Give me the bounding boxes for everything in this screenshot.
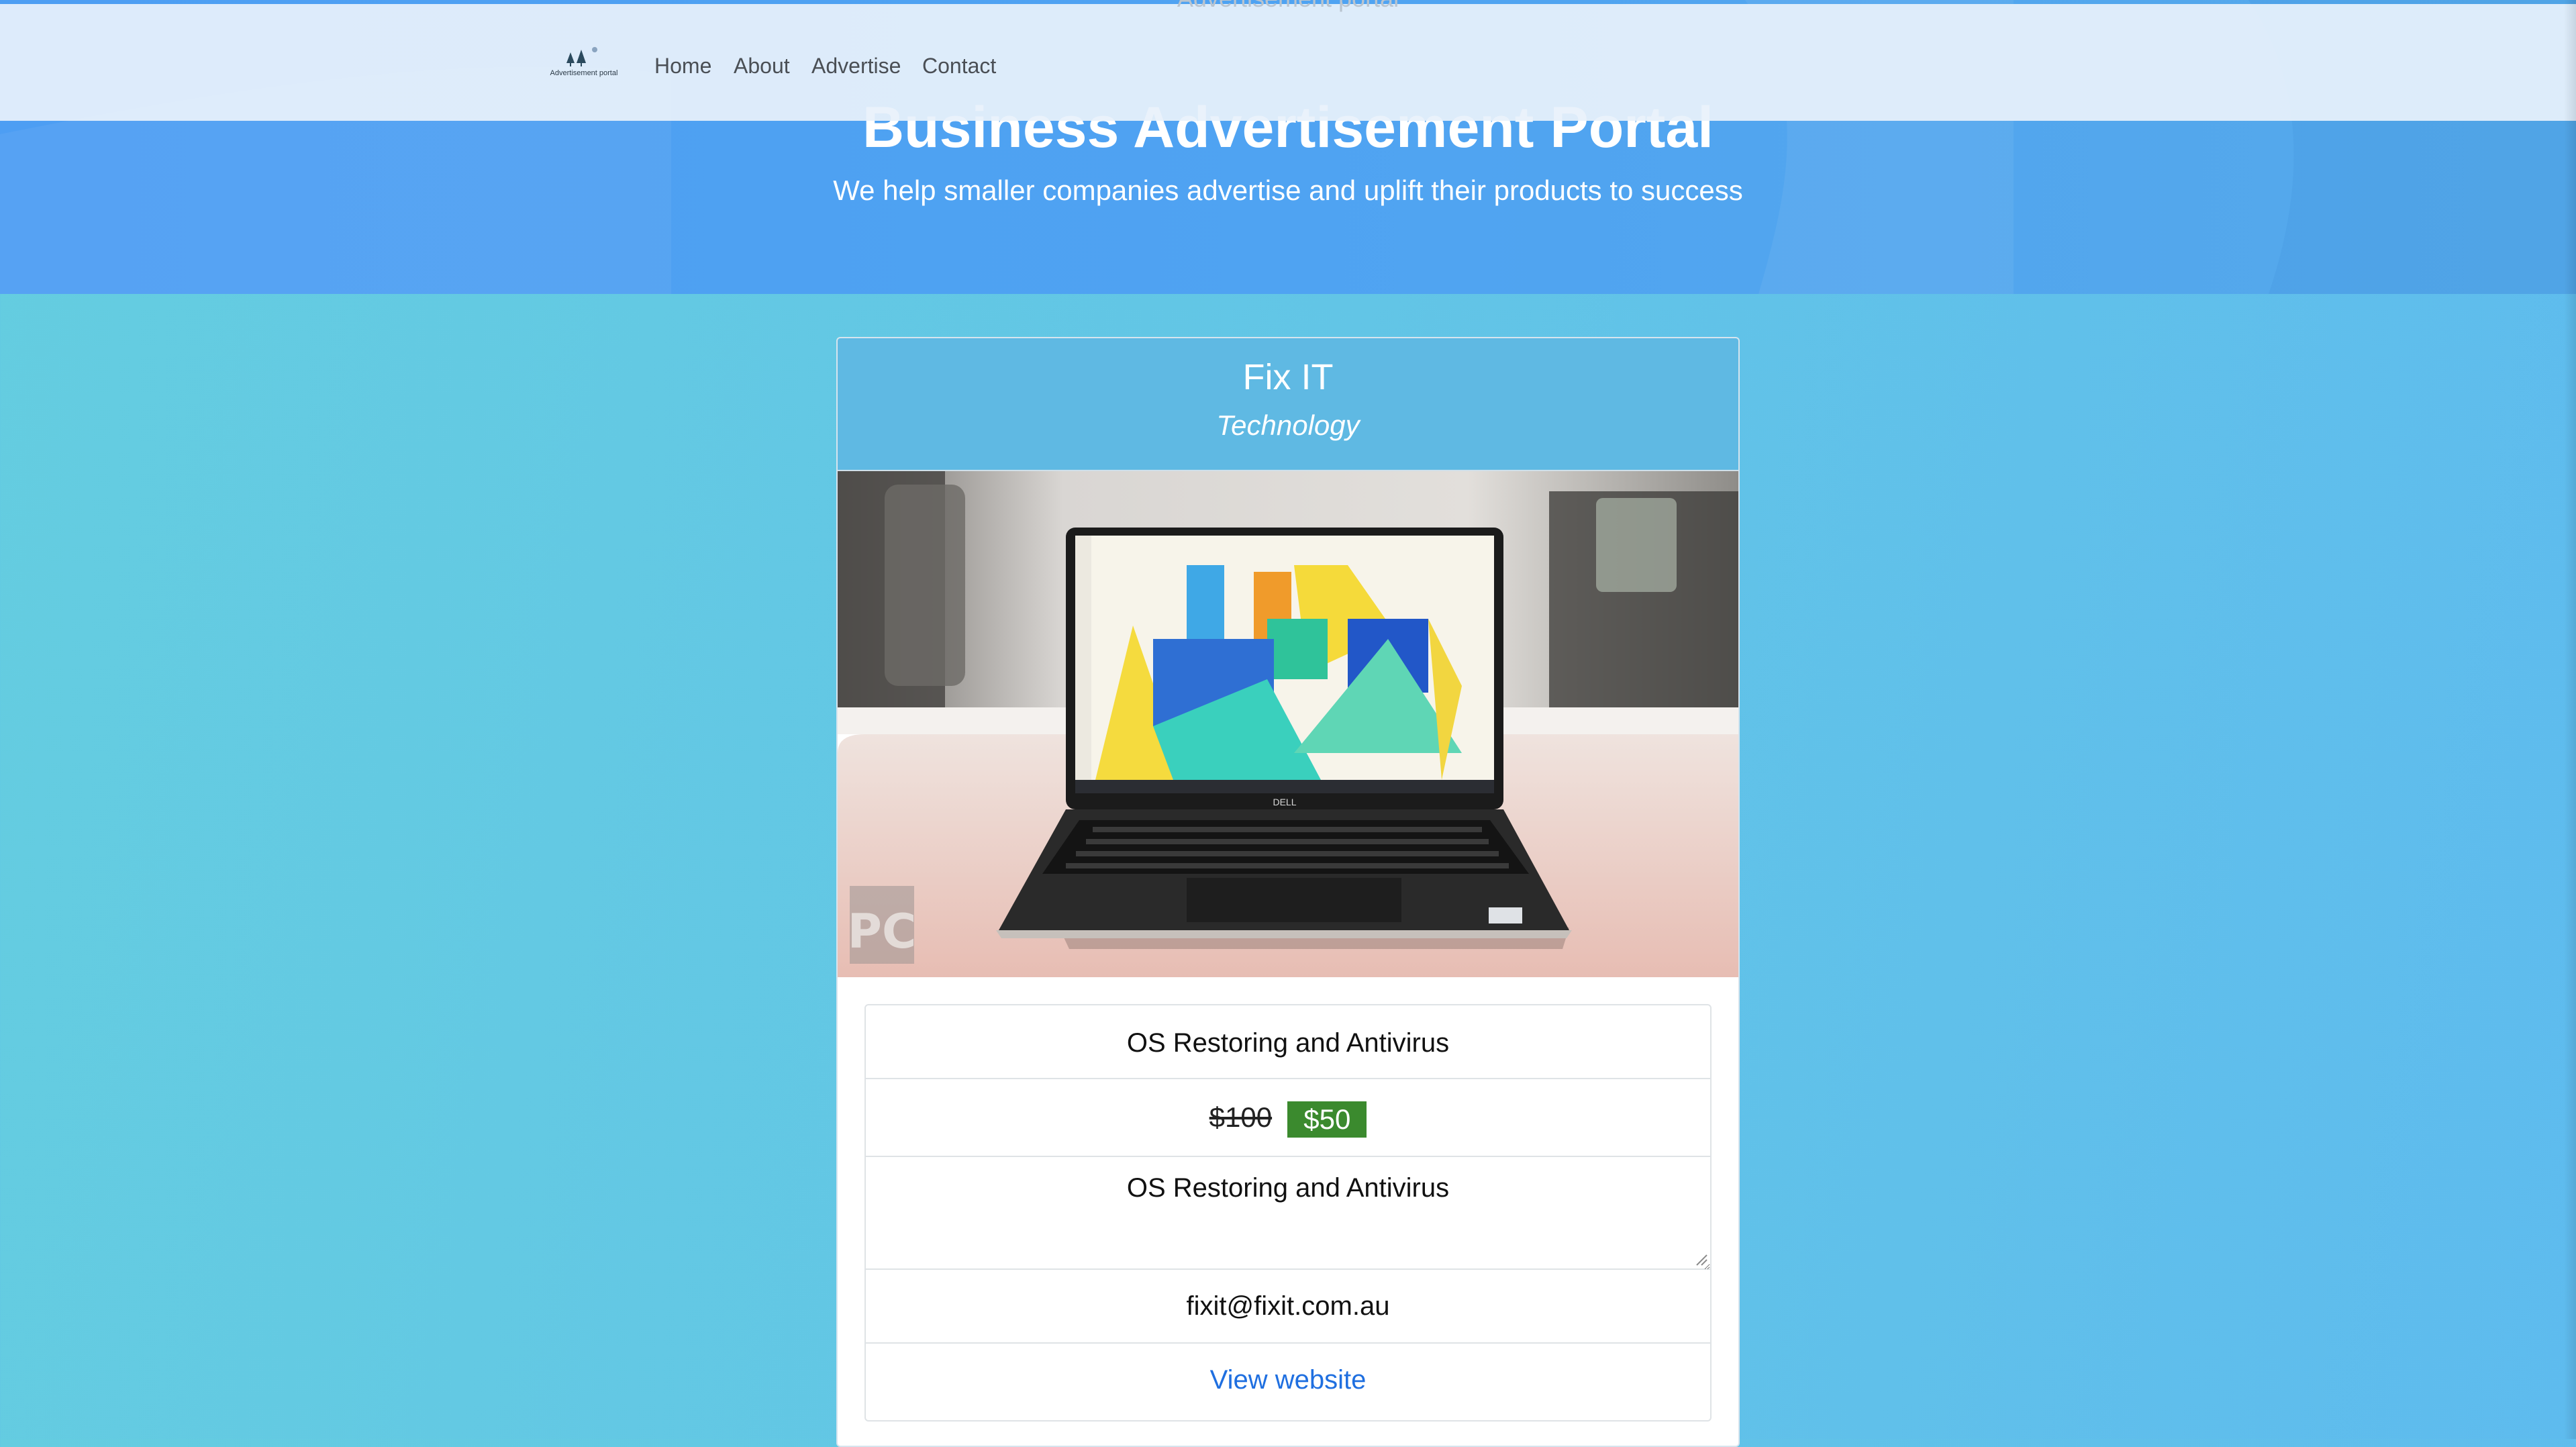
nav-contact-link[interactable]: Contact [922,51,996,81]
sale-price-badge: $50 [1287,1101,1367,1138]
view-website-link[interactable]: View website [866,1365,1710,1395]
product-image: DELL PC [838,471,1738,977]
resize-grip-icon[interactable] [1694,1252,1707,1266]
email-row: fixit@fixit.com.au [866,1270,1710,1344]
nav-about-link[interactable]: About [734,51,790,81]
business-name: Fix IT [1242,357,1334,397]
window-edge-shadow [2564,0,2576,1439]
business-category: Technology [1216,409,1360,441]
details-list: OS Restoring and Antivirus $100 $50 OS R… [864,1004,1712,1421]
laptop-brand: DELL [1273,797,1296,807]
website-row: View website [866,1344,1710,1417]
price-row: $100 $50 [866,1079,1710,1157]
service-title: OS Restoring and Antivirus [1126,1028,1450,1058]
service-row: OS Restoring and Antivirus [866,1005,1710,1079]
nav-advertise-link[interactable]: Advertise [811,51,901,81]
description-textarea[interactable]: OS Restoring and Antivirus [866,1157,1710,1270]
site-logo[interactable]: Advertisement portal [544,47,624,87]
page-subtitle: We help smaller companies advertise and … [833,174,1743,206]
description-row: OS Restoring and Antivirus [866,1157,1710,1270]
nav-home-link[interactable]: Home [654,51,711,81]
original-price: $100 [1209,1101,1273,1133]
advert-card: Fix IT Technology DELL PC OS Restoring a… [836,337,1740,1447]
card-header: Fix IT Technology [838,338,1738,471]
logo-text: Advertisement portal [550,69,618,77]
ghost-title: Advertisement portal [0,0,2576,12]
image-watermark: PC [848,904,917,959]
top-navbar: Advertisement portal Advertisement porta… [0,0,2576,121]
contact-email: fixit@fixit.com.au [1186,1291,1390,1321]
